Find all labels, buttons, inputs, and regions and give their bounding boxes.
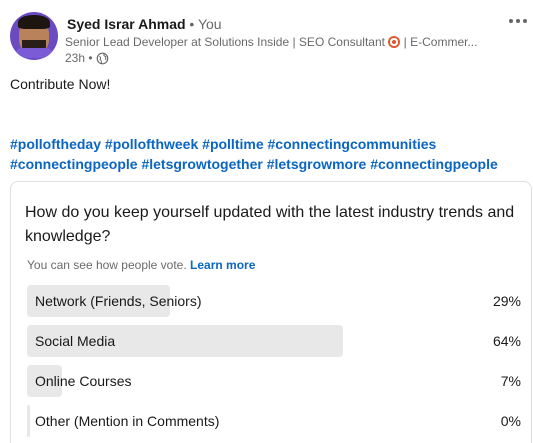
author-name-row[interactable]: Syed Israr Ahmad • You bbox=[67, 15, 222, 33]
hashtag-link[interactable]: #polloftheday bbox=[10, 136, 101, 152]
target-emoji-icon bbox=[388, 36, 401, 48]
avatar-badge bbox=[16, 48, 52, 58]
poll-option-bar bbox=[27, 405, 30, 437]
learn-more-link[interactable]: Learn more bbox=[190, 258, 255, 272]
more-dot bbox=[523, 19, 527, 23]
poll-option-percent: 0% bbox=[500, 413, 521, 429]
poll-question: How do you keep yourself updated with th… bbox=[25, 204, 515, 245]
hashtag-link[interactable]: #connectingpeople bbox=[370, 156, 498, 172]
poll-option-percent: 7% bbox=[500, 373, 521, 389]
headline-text: Senior Lead Developer at Solutions Insid… bbox=[65, 35, 385, 49]
poll-option-label: Network (Friends, Seniors) bbox=[35, 293, 202, 309]
poll-visibility-note: You can see how people vote. Learn more bbox=[27, 257, 255, 273]
hashtag-link[interactable]: #pollofthweek bbox=[105, 136, 198, 152]
poll-option-label: Other (Mention in Comments) bbox=[35, 413, 220, 429]
poll-options: Network (Friends, Seniors) 29% Social Me… bbox=[27, 285, 521, 443]
poll-option[interactable]: Other (Mention in Comments) 0% bbox=[27, 405, 521, 437]
poll-option-label: Social Media bbox=[35, 333, 116, 349]
hashtag-link[interactable]: #letsgrowmore bbox=[267, 156, 367, 172]
poll-option-percent: 29% bbox=[492, 293, 521, 309]
author-avatar[interactable] bbox=[10, 12, 58, 60]
poll-card: How do you keep yourself updated with th… bbox=[10, 181, 532, 443]
you-marker: • You bbox=[185, 16, 222, 32]
poll-option-label: Online Courses bbox=[35, 373, 132, 389]
time-text: 23h • bbox=[65, 51, 93, 65]
author-headline: Senior Lead Developer at Solutions Insid… bbox=[65, 34, 477, 50]
hashtag-link[interactable]: #connectingpeople bbox=[10, 156, 138, 172]
more-dot bbox=[509, 19, 513, 23]
poll-option-percent: 64% bbox=[492, 333, 521, 349]
hashtag-link[interactable]: #letsgrowtogether bbox=[141, 156, 262, 172]
poll-option[interactable]: Social Media 64% bbox=[27, 325, 521, 357]
poll-option[interactable]: Network (Friends, Seniors) 29% bbox=[27, 285, 521, 317]
hashtag-list: #polloftheday #pollofthweek #polltime #c… bbox=[10, 134, 530, 174]
hashtag-link[interactable]: #polltime bbox=[202, 136, 263, 152]
avatar-hair bbox=[18, 15, 50, 29]
hashtag-link[interactable]: #connectingcommunities bbox=[268, 136, 437, 152]
headline-tail: | E-Commer... bbox=[403, 35, 478, 49]
post-timestamp: 23h • bbox=[65, 50, 109, 66]
author-name[interactable]: Syed Israr Ahmad bbox=[67, 16, 186, 32]
globe-icon bbox=[96, 52, 108, 64]
more-options-icon[interactable] bbox=[509, 14, 533, 28]
feed-post: Syed Israr Ahmad • You Senior Lead Devel… bbox=[0, 0, 533, 443]
poll-option[interactable]: Online Courses 7% bbox=[27, 365, 521, 397]
visibility-text: You can see how people vote. bbox=[27, 258, 187, 272]
more-dot bbox=[516, 19, 520, 23]
post-text: Contribute Now! bbox=[10, 76, 111, 92]
